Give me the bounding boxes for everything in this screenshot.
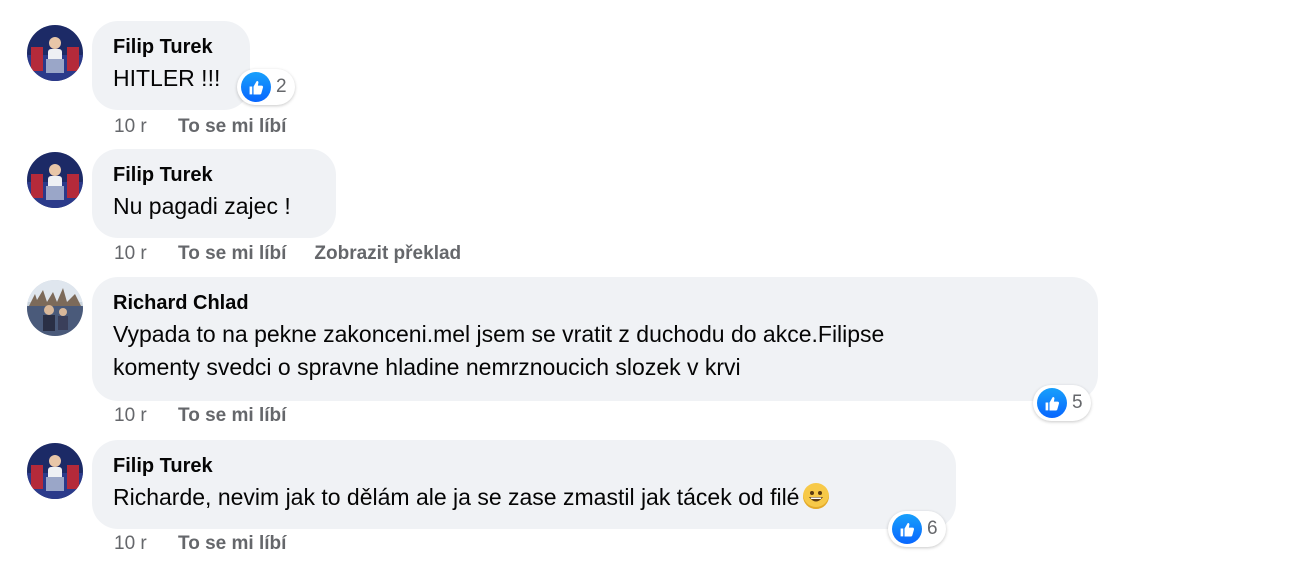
reaction-summary[interactable]: 2 bbox=[237, 69, 295, 105]
comment-actions: 10 r To se mi líbí bbox=[114, 533, 286, 555]
avatar[interactable] bbox=[27, 25, 83, 81]
show-translation-link[interactable]: Zobrazit překlad bbox=[314, 243, 461, 265]
comment-text: HITLER !!! bbox=[113, 62, 229, 95]
reaction-count: 5 bbox=[1072, 392, 1083, 414]
avatar[interactable] bbox=[27, 443, 83, 499]
comment-author[interactable]: Filip Turek bbox=[113, 454, 935, 478]
comment-text-content: Richarde, nevim jak to dělám ale ja se z… bbox=[113, 484, 799, 510]
comment-actions: 10 r To se mi líbí bbox=[114, 405, 286, 427]
avatar[interactable] bbox=[27, 152, 83, 208]
profile-photo-stage-icon bbox=[27, 443, 83, 499]
like-reaction-icon bbox=[892, 514, 922, 544]
comment-bubble: Filip Turek Richarde, nevim jak to dělám… bbox=[92, 440, 956, 529]
reaction-count: 6 bbox=[927, 518, 938, 540]
comment-timestamp[interactable]: 10 r bbox=[114, 243, 150, 265]
reaction-count: 2 bbox=[276, 76, 287, 98]
comment-actions: 10 r To se mi líbí bbox=[114, 116, 286, 138]
like-reaction-icon bbox=[241, 72, 271, 102]
comment-author[interactable]: Filip Turek bbox=[113, 35, 229, 59]
profile-photo-stage-icon bbox=[27, 25, 83, 81]
profile-photo-stage-icon bbox=[27, 152, 83, 208]
comment-bubble: Richard Chlad Vypada to na pekne zakonce… bbox=[92, 277, 1098, 401]
avatar[interactable] bbox=[27, 280, 83, 336]
grinning-face-emoji-icon bbox=[803, 483, 829, 509]
comment-text-line: Vypada to na pekne zakonceni.mel jsem se… bbox=[113, 318, 1077, 351]
comment-author[interactable]: Richard Chlad bbox=[113, 291, 1077, 315]
like-link[interactable]: To se mi líbí bbox=[178, 533, 286, 555]
comment-timestamp[interactable]: 10 r bbox=[114, 533, 150, 555]
comment-text-line: komenty svedci o spravne hladine nemrzno… bbox=[113, 351, 1077, 384]
like-link[interactable]: To se mi líbí bbox=[178, 116, 286, 138]
comment-bubble: Filip Turek Nu pagadi zajec ! bbox=[92, 149, 336, 238]
like-link[interactable]: To se mi líbí bbox=[178, 243, 286, 265]
comment-timestamp[interactable]: 10 r bbox=[114, 116, 150, 138]
comment-author[interactable]: Filip Turek bbox=[113, 163, 315, 187]
comment-text: Nu pagadi zajec ! bbox=[113, 190, 315, 223]
reaction-summary[interactable]: 6 bbox=[888, 511, 946, 547]
comment-text: Richarde, nevim jak to dělám ale ja se z… bbox=[113, 481, 935, 514]
reaction-summary[interactable]: 5 bbox=[1033, 385, 1091, 421]
like-reaction-icon bbox=[1037, 388, 1067, 418]
comment-bubble: Filip Turek HITLER !!! bbox=[92, 21, 250, 110]
profile-photo-city-icon bbox=[27, 280, 83, 336]
comment-actions: 10 r To se mi líbí Zobrazit překlad bbox=[114, 243, 461, 265]
comment-timestamp[interactable]: 10 r bbox=[114, 405, 150, 427]
like-link[interactable]: To se mi líbí bbox=[178, 405, 286, 427]
